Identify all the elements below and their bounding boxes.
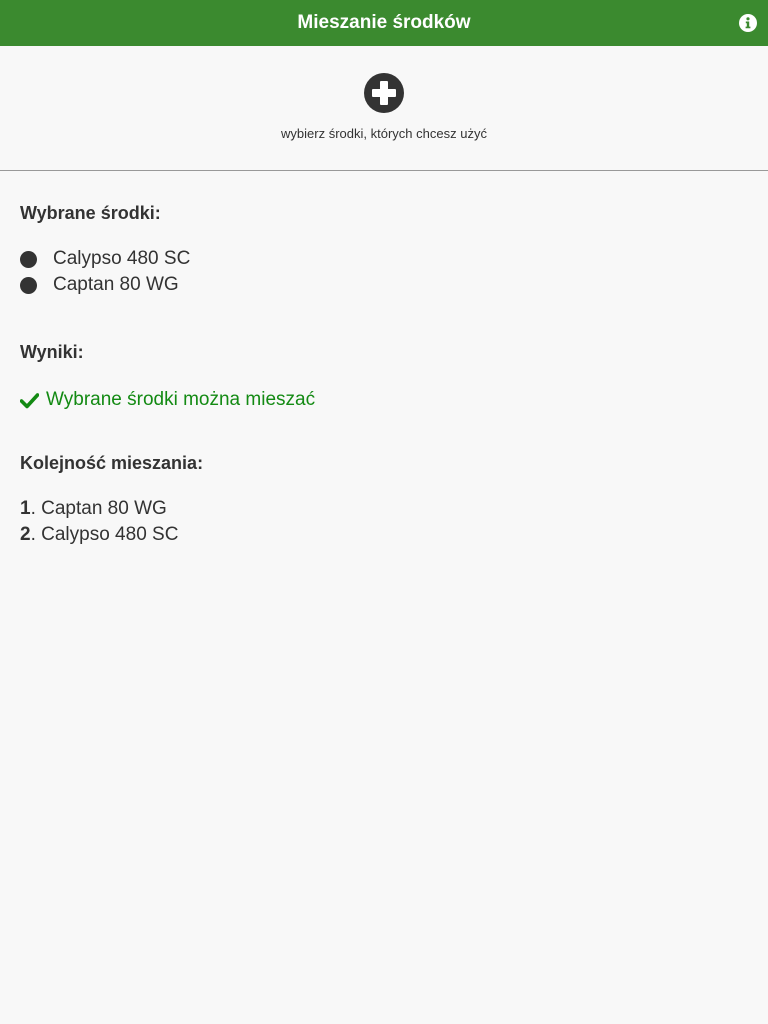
list-item-label: Calypso 480 SC xyxy=(53,248,191,269)
order-number: 1 xyxy=(20,498,31,519)
order-number: 2 xyxy=(20,524,31,545)
list-item: Captan 80 WG xyxy=(20,272,748,298)
selected-list: Calypso 480 SC Captan 80 WG xyxy=(20,246,748,298)
list-item: 2. Calypso 480 SC xyxy=(20,522,748,548)
bullet-icon xyxy=(20,250,37,268)
order-list: 1. Captan 80 WG 2. Calypso 480 SC xyxy=(20,496,748,548)
list-item-label: . Calypso 480 SC xyxy=(30,524,179,545)
info-icon[interactable] xyxy=(739,14,757,32)
result-message: Wybrane środki można mieszać xyxy=(46,389,316,410)
page-title: Mieszanie środków xyxy=(297,12,471,33)
list-item-label: . Captan 80 WG xyxy=(30,498,167,519)
order-heading: Kolejność mieszania: xyxy=(20,453,204,473)
picker-hint[interactable]: wybierz środki, których chcesz użyć xyxy=(281,126,487,141)
bullet-icon xyxy=(20,276,37,294)
checkmark-icon xyxy=(20,392,39,408)
list-item: Calypso 480 SC xyxy=(20,246,748,272)
main-content: Wybrane środki: Calypso 480 SC Captan 80… xyxy=(0,203,768,548)
result-status: Wybrane środki można mieszać xyxy=(20,389,748,411)
selected-heading: Wybrane środki: xyxy=(20,203,161,223)
product-picker: wybierz środki, których chcesz użyć xyxy=(0,46,768,171)
results-heading: Wyniki: xyxy=(20,342,84,362)
plus-circle-icon[interactable] xyxy=(364,73,404,113)
list-item-label: Captan 80 WG xyxy=(53,274,179,295)
list-item: 1. Captan 80 WG xyxy=(20,496,748,522)
app-header: Mieszanie środków xyxy=(0,0,768,46)
